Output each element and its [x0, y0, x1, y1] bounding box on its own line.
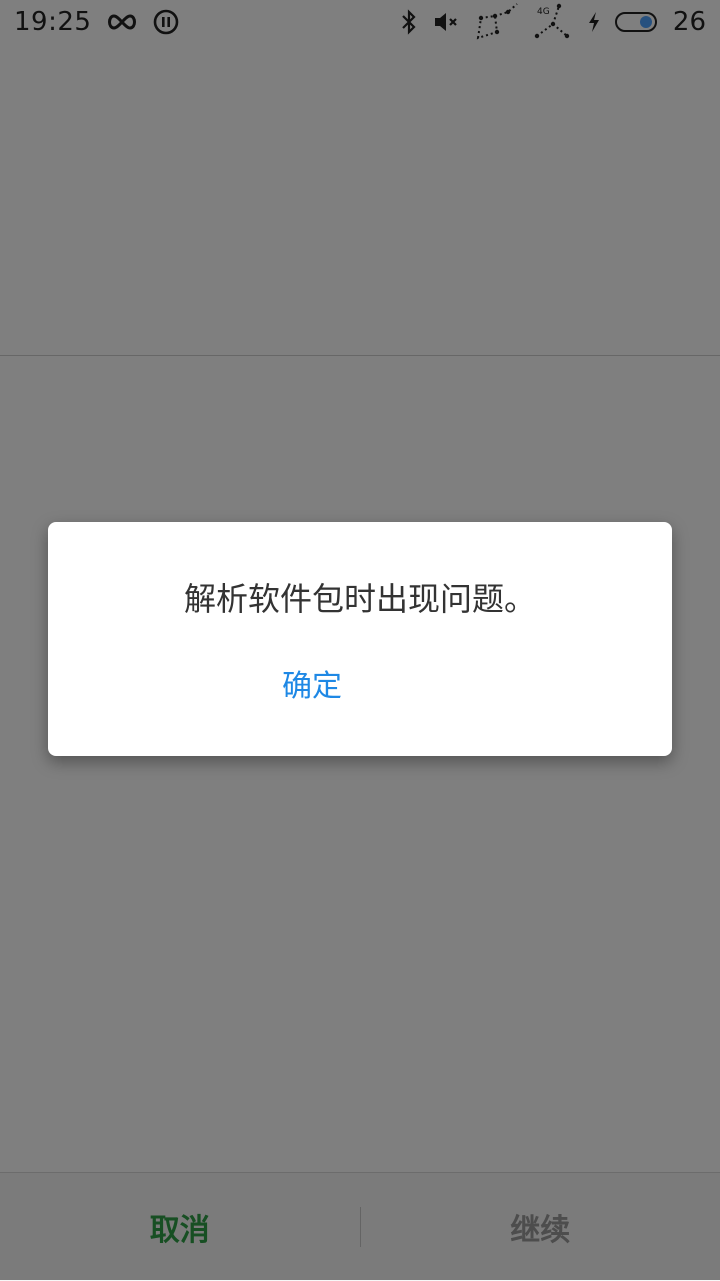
ok-button[interactable]: 确定	[262, 660, 362, 714]
dialog-message: 解析软件包时出现问题。	[48, 574, 672, 620]
parse-error-dialog: 解析软件包时出现问题。	[48, 522, 672, 756]
